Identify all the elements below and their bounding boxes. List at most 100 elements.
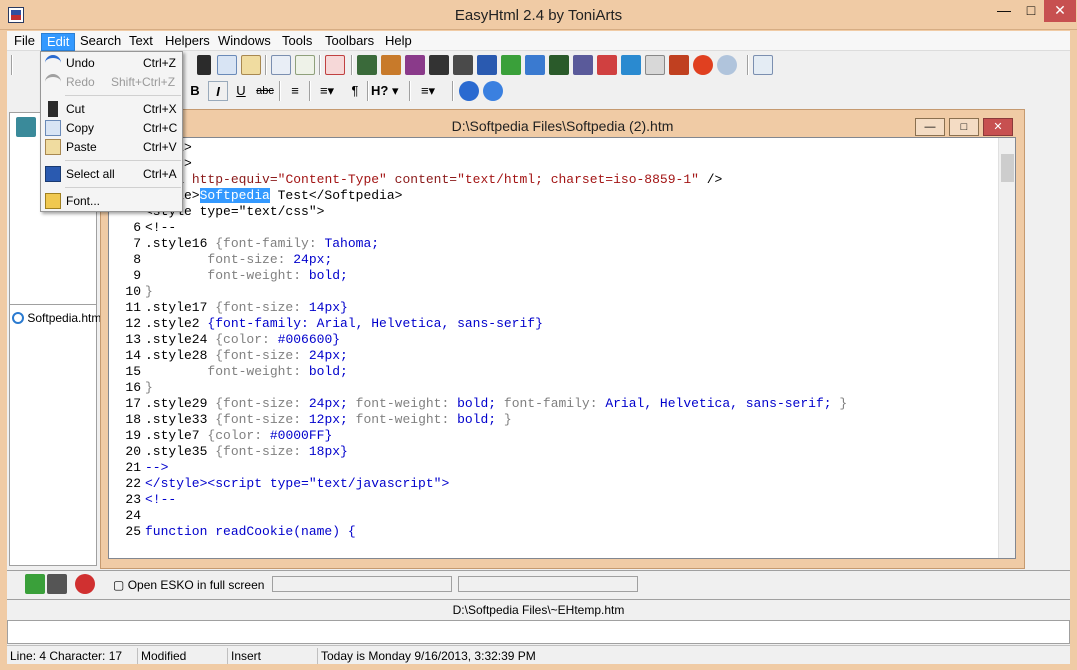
cut-shortcut: Ctrl+X (143, 102, 177, 116)
menu-text[interactable]: Text (124, 33, 158, 51)
redo-label: Redo (66, 75, 95, 89)
code-token: {color: (215, 332, 278, 347)
list-icon[interactable] (549, 55, 569, 75)
file-item[interactable]: Softpedia.htm (12, 311, 101, 325)
italic-button[interactable]: I (208, 81, 228, 101)
copy-shortcut: Ctrl+C (143, 121, 178, 135)
help-icon[interactable] (693, 55, 713, 75)
toolbar-separator (319, 55, 321, 75)
paste-icon (45, 139, 61, 155)
line-number: 15 (125, 364, 141, 379)
refresh-icon[interactable] (25, 574, 45, 594)
underline-button[interactable]: U (231, 81, 251, 101)
code-token: Arial, Helvetica, sans-serif; (605, 396, 840, 411)
bold-button[interactable]: B (185, 81, 205, 101)
paste-icon[interactable] (241, 55, 261, 75)
bullet-list-icon[interactable]: ≡▾ (413, 81, 443, 101)
menu-item-undo[interactable]: Undo Ctrl+Z (41, 53, 182, 73)
drive-icon[interactable] (16, 117, 36, 137)
menu-item-paste[interactable]: Paste Ctrl+V (41, 137, 182, 157)
frame-icon[interactable] (573, 55, 593, 75)
maximize-button[interactable]: □ (1018, 0, 1044, 22)
scrollbar-thumb[interactable] (1001, 154, 1014, 182)
chevron-down-icon: ▾ (388, 83, 399, 98)
menu-edit[interactable]: Edit (41, 33, 76, 51)
menu-item-redo[interactable]: Redo Shift+Ctrl+Z (41, 72, 182, 92)
doc-maximize-button[interactable]: □ (949, 118, 979, 136)
code-token: 14px} (308, 300, 348, 315)
code-line: 21 --> (109, 460, 847, 476)
menu-file[interactable]: File (9, 33, 40, 51)
title-bar: EasyHtml 2.4 by ToniArts — □ ✕ (0, 0, 1077, 30)
command-box[interactable] (7, 620, 1070, 644)
flag-icon[interactable] (597, 55, 617, 75)
heading-label: H? (371, 83, 389, 98)
copy-label: Copy (66, 121, 95, 135)
plugin-icon[interactable] (669, 55, 689, 75)
modified-indicator: Modified (138, 648, 228, 664)
image-icon[interactable] (357, 55, 377, 75)
font-label: Font... (66, 194, 101, 208)
menu-item-copy[interactable]: Copy Ctrl+C (41, 118, 182, 138)
menu-item-cut[interactable]: Cut Ctrl+X (41, 99, 182, 119)
menu-item-select-all[interactable]: Select all Ctrl+A (41, 164, 182, 184)
stop-icon[interactable] (75, 574, 95, 594)
heading-button[interactable]: H? ▾ (371, 81, 405, 101)
pilcrow-icon[interactable]: ¶ (345, 81, 365, 101)
replace-icon[interactable] (295, 55, 315, 75)
find-icon[interactable] (271, 55, 291, 75)
vertical-scrollbar[interactable] (998, 138, 1015, 558)
open-esko-button[interactable]: ▢ Open ESKO in full screen (113, 575, 264, 595)
minimize-button[interactable]: — (990, 0, 1018, 22)
line-number: 22 (125, 476, 141, 491)
form-icon[interactable] (453, 55, 473, 75)
refresh-icon[interactable] (501, 55, 521, 75)
menu-separator (65, 95, 181, 96)
paragraph-align-icon[interactable]: ≡▾ (313, 81, 341, 101)
code-editor[interactable]: <html><head><meta http-equiv="Content-Ty… (108, 137, 1016, 559)
code-token: --> (145, 460, 169, 475)
strikethrough-button[interactable]: abc (254, 81, 276, 101)
paste-shortcut: Ctrl+V (143, 140, 177, 154)
menu-windows[interactable]: Windows (213, 33, 276, 51)
menu-help[interactable]: Help (380, 33, 417, 51)
code-line: <meta http-equiv="Content-Type" content=… (109, 172, 847, 188)
delete-icon[interactable] (325, 55, 345, 75)
doc-minimize-button[interactable]: — (915, 118, 945, 136)
link-icon[interactable] (429, 55, 449, 75)
bottom-toolbar: ▢ Open ESKO in full screen (7, 570, 1070, 598)
upload-icon[interactable] (621, 55, 641, 75)
preview-icon[interactable] (753, 55, 773, 75)
menu-separator (65, 160, 181, 161)
menu-item-font[interactable]: Font... (41, 191, 182, 211)
menu-toolbars[interactable]: Toolbars (320, 33, 379, 51)
book-icon[interactable] (645, 55, 665, 75)
menu-search[interactable]: Search (75, 33, 126, 51)
brush-icon[interactable] (381, 55, 401, 75)
code-token: .style24 (145, 332, 216, 347)
table-icon[interactable] (525, 55, 545, 75)
document-title: D:\Softpedia Files\Softpedia (2).htm (451, 118, 674, 134)
color-icon[interactable] (405, 55, 425, 75)
doc-close-button[interactable]: ✕ (983, 118, 1013, 136)
document-icon[interactable] (47, 574, 67, 594)
cut-icon[interactable] (197, 55, 211, 75)
help-icon[interactable] (483, 81, 503, 101)
menu-bar: File Edit Search Text Helpers Windows To… (7, 31, 1070, 51)
line-number: 10 (125, 284, 141, 299)
code-line: 25 function readCookie(name) { (109, 524, 847, 540)
close-button[interactable]: ✕ (1044, 0, 1076, 22)
script-icon[interactable] (477, 55, 497, 75)
align-center-icon[interactable]: ≡ (285, 81, 305, 101)
info-icon[interactable] (459, 81, 479, 101)
code-token: bold; (457, 396, 504, 411)
menu-tools[interactable]: Tools (277, 33, 317, 51)
clock-icon[interactable] (717, 55, 737, 75)
menu-helpers[interactable]: Helpers (160, 33, 215, 51)
cut-icon (48, 101, 58, 117)
code-token: } (145, 380, 153, 395)
code-token: Tahoma; (324, 236, 380, 251)
copy-icon[interactable] (217, 55, 237, 75)
code-token: {font-size: (215, 444, 309, 459)
toolbar-separator (279, 81, 281, 101)
